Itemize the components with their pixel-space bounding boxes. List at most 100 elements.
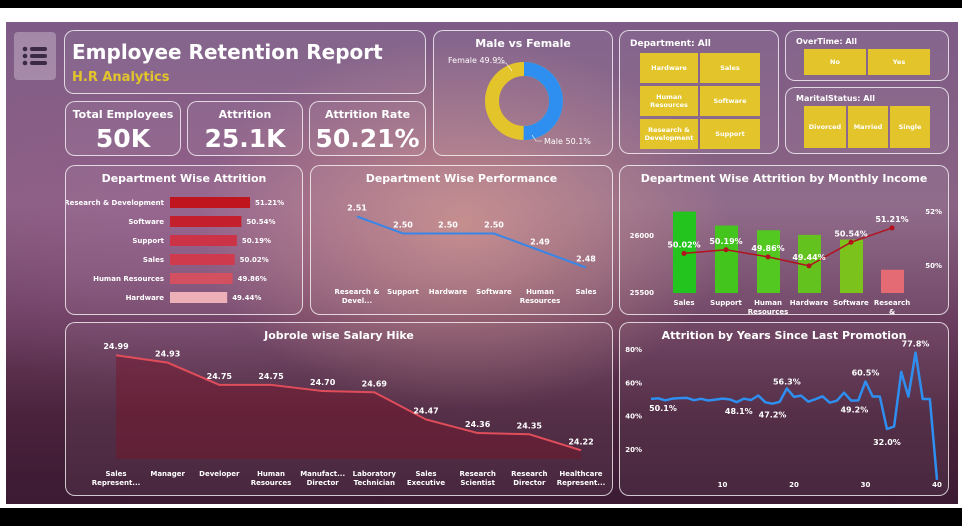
category-label: Support [387,288,419,296]
category-label: Sales Executive [407,470,445,487]
header-card: Employee Retention Report H.R Analytics [64,30,426,94]
kpi-attrition-rate: Attrition Rate 50.21% [309,101,426,156]
salary-hike-chart[interactable]: 24.99 Sales Represent... 24.93 Manager 24.75 D… [66,323,614,497]
slicer-option-no[interactable]: No [804,49,866,75]
data-label: 50.1% [649,404,677,413]
y-tick: 20% [625,446,642,454]
data-label: 2.50 [438,221,458,230]
slicer-option-sales[interactable]: Sales [700,53,760,83]
female-label: Female 49.9% [448,56,505,65]
kpi-attrition: Attrition 25.1K [187,101,303,156]
menu-button[interactable] [14,32,56,80]
bar [170,235,237,246]
category-label: Sales [575,288,596,296]
data-label: 50.54% [246,218,275,226]
y-tick: 40% [625,413,642,421]
data-label: 48.1% [725,407,753,416]
data-label: 2.50 [393,221,413,230]
y-tick: 26000 [630,232,654,240]
overtime-slicer: OverTime: All No Yes [785,30,949,81]
dept-performance-chart[interactable]: 2.51 Research & Devel... 2.50 Support 2.50 Har… [311,166,614,316]
line-point [765,254,771,260]
dept-attrition-chart[interactable]: Research & Development 51.21% Software 50.5… [66,166,304,316]
data-label: 56.3% [773,378,801,387]
data-label: 24.70 [310,378,336,387]
promotion-chart[interactable]: 80% 60% 40% 20% 10 20 30 40 50.1% 48.1% 47.2% 56.3%… [620,323,950,497]
data-label: 24.22 [568,437,593,446]
category-label: Research & Devel... [335,288,380,305]
slicer-option-human-resources[interactable]: Human Resources [640,86,698,116]
data-label: 50.02% [240,256,269,264]
data-label: 49.44% [792,253,825,262]
slicer-option-single[interactable]: Single [890,106,930,148]
data-label: 24.69 [362,379,388,388]
data-label: 50.54% [834,229,867,238]
category-label: Hardware [429,288,468,296]
male-label: Male 50.1% [544,137,591,146]
kpi-value: 50.21% [315,124,420,153]
marital-slicer: MaritalStatus: All Divorced Married Sing… [785,87,949,154]
data-label: 32.0% [873,438,901,447]
bar [840,239,863,293]
gender-card: Male vs Female Female 49.9% Male 50.1% [433,30,613,156]
promotion-line [650,351,939,480]
data-label: 2.49 [530,238,550,247]
data-label: 2.48 [576,255,596,264]
line-point [848,239,854,245]
promotion-card: Attrition by Years Since Last Promotion … [619,322,949,496]
x-tick: 10 [718,481,728,489]
data-label: 24.47 [413,406,438,415]
data-label: 77.8% [902,340,930,349]
data-label: 49.86% [751,244,784,253]
data-label: 51.21% [875,215,908,224]
data-label: 49.44% [232,294,261,302]
performance-line [356,215,587,269]
y2-tick: 50% [925,262,942,270]
bar [170,292,228,303]
y-tick: 25500 [630,289,654,297]
line-point [889,225,895,231]
slicer-option-support[interactable]: Support [700,119,760,149]
kpi-title: Attrition Rate [324,108,411,121]
department-slicer: Department: All Hardware Sales Human Res… [619,30,779,154]
category-label: Research&Develo... [874,299,910,316]
line-point [723,247,729,253]
category-label: Human Resources [93,275,164,283]
data-label: 60.5% [852,369,880,378]
category-label: Research Director [511,470,547,487]
data-label: 2.50 [484,221,504,230]
category-label: Developer [199,470,240,478]
slicer-option-divorced[interactable]: Divorced [804,106,846,148]
page-subtitle: H.R Analytics [72,70,170,85]
salary-hike-card: Jobrole wise Salary Hike 24.99 Sales Repre… [65,322,613,496]
category-label: Human Resources [520,288,561,305]
category-label: Software [476,288,512,296]
category-label: Manager [150,470,185,478]
slicer-option-yes[interactable]: Yes [868,49,930,75]
dashboard-canvas: Employee Retention Report H.R Analytics … [6,22,958,504]
slicer-option-married[interactable]: Married [848,106,888,148]
data-label: 24.93 [155,350,180,359]
x-tick: 30 [861,481,871,489]
monthly-income-card: Department Wise Attrition by Monthly Inc… [619,165,950,316]
category-label: Research & Development [66,199,165,207]
data-label: 24.35 [517,421,543,430]
category-label: Healthcare Represent... [557,470,606,487]
monthly-income-chart[interactable]: Sales Support Human ResourcesHardware Softwa… [620,166,950,316]
y-tick: 80% [625,346,642,354]
slicer-option-software[interactable]: Software [700,86,760,116]
department-slicer-title: Department: All [630,39,711,49]
data-label: 47.2% [759,411,787,420]
bar [170,254,235,265]
kpi-title: Attrition [218,108,272,121]
slicer-option-research-development[interactable]: Research & Development [640,119,698,149]
line-point [806,263,812,269]
data-label: 49.2% [840,405,868,414]
category-label: Sales [673,299,694,307]
gender-donut-chart[interactable]: Female 49.9% Male 50.1% [434,31,614,157]
data-label: 50.19% [242,237,271,245]
slicer-option-hardware[interactable]: Hardware [640,53,698,83]
category-label: Software [833,299,869,307]
bottom-black-bar [0,508,962,526]
category-label: Support [132,237,164,245]
